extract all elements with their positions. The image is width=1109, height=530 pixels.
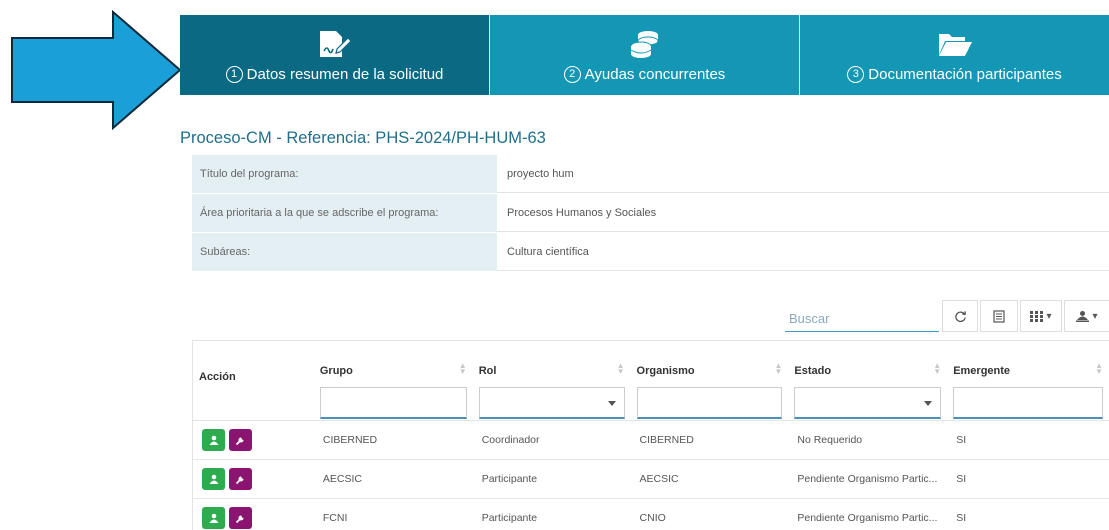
- refresh-button[interactable]: [942, 300, 978, 332]
- user-button[interactable]: [202, 507, 225, 529]
- summary-table: Título del programa: proyecto hum Área p…: [192, 155, 1109, 272]
- header-grupo[interactable]: Grupo ▲ ▼: [314, 341, 473, 420]
- wrench-icon: [235, 476, 244, 484]
- user-button[interactable]: [202, 468, 225, 490]
- participants-table: Acción Grupo ▲ ▼ Rol ▲ ▼ Organismo ▲ ▼ Esta…: [192, 340, 1109, 530]
- document-sign-icon: [317, 28, 353, 60]
- cell-organismo: AECSIC: [639, 473, 679, 485]
- user-icon: [209, 474, 218, 484]
- step-number: 1: [225, 65, 243, 83]
- header-organismo[interactable]: Organismo ▲ ▼: [631, 341, 789, 420]
- header-label: Grupo: [319, 365, 353, 377]
- wizard-steps: 1 Datos resumen de la solicitud 2 Ayudas c…: [180, 15, 1109, 95]
- columns-icon: [1030, 310, 1044, 322]
- step-label: Datos resumen de la solicitud: [246, 65, 444, 83]
- user-icon: [209, 513, 218, 523]
- chevron-down-icon: ▾: [1046, 310, 1052, 322]
- cell-emergente: SI: [956, 473, 967, 485]
- summary-value: Procesos Humanos y Sociales: [497, 194, 1109, 232]
- table-row: FCNI Participante CNIO Pendiente Organis…: [193, 499, 1109, 530]
- cell-emergente: SI: [956, 434, 967, 446]
- summary-row: Título del programa: proyecto hum: [192, 155, 1109, 194]
- summary-value: Cultura científica: [497, 233, 1109, 271]
- filter-emergente-input[interactable]: [953, 387, 1104, 419]
- step-number: 3: [847, 65, 865, 83]
- action-cell: [193, 499, 314, 530]
- summary-row: Subáreas: Cultura científica: [192, 233, 1109, 272]
- cell-rol: Participante: [481, 512, 538, 524]
- chevron-down-icon: ▾: [1092, 310, 1098, 322]
- table-header-row: Acción Grupo ▲ ▼ Rol ▲ ▼ Organismo ▲ ▼ Esta…: [193, 341, 1109, 421]
- summary-key: Área prioritaria a la que se adscribe el…: [192, 194, 497, 232]
- header-estado[interactable]: Estado ▲ ▼: [788, 341, 947, 420]
- cell-rol: Coordinador: [481, 434, 540, 446]
- header-label: Emergente: [953, 365, 1011, 377]
- columns-dropdown[interactable]: ▾: [1020, 300, 1062, 332]
- search-input[interactable]: [785, 306, 939, 332]
- step-number: 2: [563, 65, 581, 83]
- filter-grupo-input[interactable]: [319, 387, 467, 419]
- table-row: CIBERNED Coordinador CIBERNED No Requeri…: [193, 421, 1109, 460]
- header-emergente[interactable]: Emergente ▲ ▼: [947, 341, 1109, 420]
- header-label: Organismo: [636, 365, 695, 377]
- summary-key: Título del programa:: [192, 155, 497, 193]
- user-export-icon: [1076, 311, 1090, 322]
- action-cell: [193, 421, 314, 459]
- header-rol[interactable]: Rol ▲ ▼: [473, 341, 631, 420]
- sort-icon[interactable]: ▲ ▼: [459, 362, 467, 376]
- summary-value: proyecto hum: [497, 155, 1109, 193]
- step-documentacion-participantes[interactable]: 3 Documentación participantes: [799, 15, 1109, 95]
- cell-emergente: SI: [956, 512, 967, 524]
- user-export-dropdown[interactable]: ▾: [1064, 300, 1109, 332]
- sort-icon[interactable]: ▲ ▼: [933, 362, 941, 376]
- summary-key: Subáreas:: [192, 233, 497, 271]
- cell-rol: Participante: [481, 473, 538, 485]
- wrench-icon: [235, 515, 244, 523]
- step-label: Documentación participantes: [868, 65, 1062, 83]
- cell-organismo: CIBERNED: [639, 434, 694, 446]
- cell-grupo: CIBERNED: [322, 434, 378, 446]
- header-label: Estado: [794, 365, 832, 377]
- pointer-arrow-icon: [11, 10, 182, 130]
- coins-icon: [629, 28, 661, 60]
- cell-grupo: FCNI: [322, 512, 348, 524]
- user-icon: [209, 435, 218, 445]
- wrench-button[interactable]: [229, 507, 252, 529]
- export-button[interactable]: [980, 300, 1018, 332]
- header-accion: Acción: [193, 341, 314, 420]
- page-title: Proceso-CM - Referencia: PHS-2024/PH-HUM…: [180, 129, 546, 147]
- filter-rol-select[interactable]: [478, 387, 625, 419]
- wrench-button[interactable]: [229, 429, 252, 451]
- export-icon: [993, 309, 1005, 323]
- folder-open-icon: [937, 28, 973, 60]
- wrench-button[interactable]: [229, 468, 252, 490]
- filter-organismo-input[interactable]: [636, 387, 783, 419]
- sort-icon[interactable]: ▲ ▼: [617, 362, 625, 376]
- cell-estado: Pendiente Organismo Partic...: [797, 512, 938, 524]
- summary-row: Área prioritaria a la que se adscribe el…: [192, 194, 1109, 233]
- cell-estado: Pendiente Organismo Partic...: [797, 473, 938, 485]
- header-label: Acción: [199, 371, 236, 383]
- step-label: Ayudas concurrentes: [584, 65, 726, 83]
- cell-estado: No Requerido: [797, 434, 863, 446]
- sort-icon[interactable]: ▲ ▼: [1095, 362, 1103, 376]
- action-cell: [193, 460, 314, 498]
- refresh-icon: [954, 310, 966, 322]
- step-datos-resumen[interactable]: 1 Datos resumen de la solicitud: [180, 15, 489, 95]
- table-row: AECSIC Participante AECSIC Pendiente Org…: [193, 460, 1109, 499]
- sort-icon[interactable]: ▲ ▼: [774, 362, 782, 376]
- header-label: Rol: [478, 365, 497, 377]
- step-ayudas-concurrentes[interactable]: 2 Ayudas concurrentes: [489, 15, 799, 95]
- wrench-icon: [235, 437, 244, 445]
- cell-grupo: AECSIC: [322, 473, 362, 485]
- cell-organismo: CNIO: [639, 512, 666, 524]
- filter-estado-select[interactable]: [794, 387, 942, 419]
- user-button[interactable]: [202, 429, 225, 451]
